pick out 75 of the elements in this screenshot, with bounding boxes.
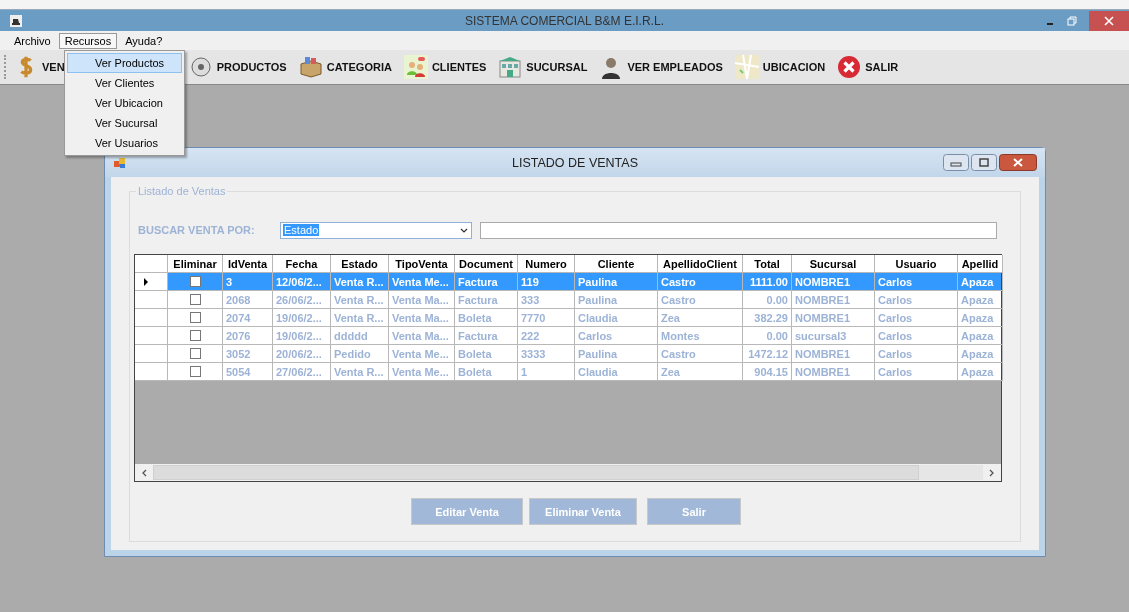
menu-item[interactable]: Archivo xyxy=(8,32,57,49)
column-header[interactable]: Eliminar xyxy=(168,255,223,273)
toolbar-label[interactable]: VER EMPLEADOS xyxy=(627,61,723,73)
table-cell: Venta R... xyxy=(331,363,389,381)
column-header[interactable]: ApellidoClient xyxy=(658,255,743,273)
table-cell: Claudia xyxy=(575,363,658,381)
row-header xyxy=(135,255,168,273)
caret-icon[interactable] xyxy=(460,227,468,233)
window-title: LISTADO DE VENTAS xyxy=(512,155,638,170)
window-title: SISTEMA COMERCIAL B&M E.I.R.L. xyxy=(465,13,664,28)
table-cell: NOMBRE1 xyxy=(792,363,875,381)
menu-item[interactable]: Ver Usuarios xyxy=(67,133,182,153)
maximize-button[interactable] xyxy=(971,154,997,171)
menu-item[interactable]: Ver Clientes xyxy=(67,73,182,93)
row-header xyxy=(135,309,168,327)
table-cell: 27/06/2... xyxy=(273,363,331,381)
scroll-left-icon[interactable] xyxy=(141,468,147,477)
table-cell: 904.15 xyxy=(743,363,792,381)
delete-checkbox[interactable] xyxy=(189,276,201,287)
close-button[interactable] xyxy=(999,154,1037,171)
menu-item[interactable]: Ver Productos xyxy=(67,53,182,73)
menu-item[interactable]: Ayuda? xyxy=(119,32,169,49)
search-field[interactable] xyxy=(480,221,997,239)
scroll-right-icon[interactable] xyxy=(989,468,995,477)
column-header[interactable]: IdVenta xyxy=(223,255,273,273)
column-header[interactable]: Total xyxy=(743,255,792,273)
menu-item[interactable]: Ver Ubicacion xyxy=(67,93,182,113)
row-header xyxy=(135,363,168,381)
column-header[interactable]: Sucursal xyxy=(792,255,875,273)
toolbar-label[interactable]: SUCURSAL xyxy=(526,61,588,73)
toolbar-label[interactable]: SALIR xyxy=(865,61,899,73)
column-header[interactable]: Fecha xyxy=(273,255,331,273)
search-label: BUSCAR VENTA POR: xyxy=(138,224,256,236)
column-header[interactable]: TipoVenta xyxy=(389,255,455,273)
box-icon[interactable] xyxy=(298,54,323,80)
delete-checkbox[interactable] xyxy=(189,366,201,377)
building-icon[interactable] xyxy=(498,54,523,80)
close-icon[interactable] xyxy=(1089,10,1129,31)
minimize-button[interactable] xyxy=(943,154,969,171)
column-header[interactable]: Numero xyxy=(518,255,575,273)
table-cell: 1 xyxy=(518,363,575,381)
column-header[interactable]: Document xyxy=(455,255,518,273)
group-title: Listado de Ventas xyxy=(136,185,228,197)
toolbar-label[interactable]: VEN xyxy=(42,61,65,73)
delete-checkbox[interactable] xyxy=(189,294,201,305)
delete-checkbox[interactable] xyxy=(189,330,201,341)
delete-checkbox[interactable] xyxy=(189,348,201,359)
toolbar-label[interactable]: PRODUCTOS xyxy=(216,61,287,73)
close-circle-icon[interactable] xyxy=(837,54,862,80)
toolbar-label[interactable]: CATEGORIA xyxy=(326,61,392,73)
table-cell: 5054 xyxy=(223,363,273,381)
row-header xyxy=(135,327,168,345)
table-cell: Venta Me... xyxy=(389,363,455,381)
toolbar-label[interactable]: UBICACION xyxy=(762,61,826,73)
row-header xyxy=(135,291,168,309)
delete-checkbox[interactable] xyxy=(189,312,201,323)
restore-icon[interactable] xyxy=(1067,15,1077,26)
disc-icon[interactable] xyxy=(188,54,213,80)
row-header xyxy=(135,345,168,363)
people-icon[interactable] xyxy=(403,54,428,80)
table-cell: Apaza xyxy=(958,363,1003,381)
row-pointer-icon xyxy=(144,277,148,286)
menu-item[interactable]: Ver Sucursal xyxy=(67,113,182,133)
table-cell: Carlos xyxy=(875,363,958,381)
column-header[interactable]: Cliente xyxy=(575,255,658,273)
column-header[interactable]: Apellid xyxy=(958,255,1003,273)
column-header[interactable]: Usuario xyxy=(875,255,958,273)
table-cell: Zea xyxy=(658,363,743,381)
table-cell: Boleta xyxy=(455,363,518,381)
column-header[interactable]: Estado xyxy=(331,255,389,273)
form-icon xyxy=(114,156,126,169)
toolbar-label[interactable]: CLIENTES xyxy=(431,61,487,73)
app-icon xyxy=(10,14,22,27)
menu-item[interactable]: Recursos xyxy=(58,32,118,49)
scrollbar-thumb[interactable] xyxy=(153,465,919,480)
